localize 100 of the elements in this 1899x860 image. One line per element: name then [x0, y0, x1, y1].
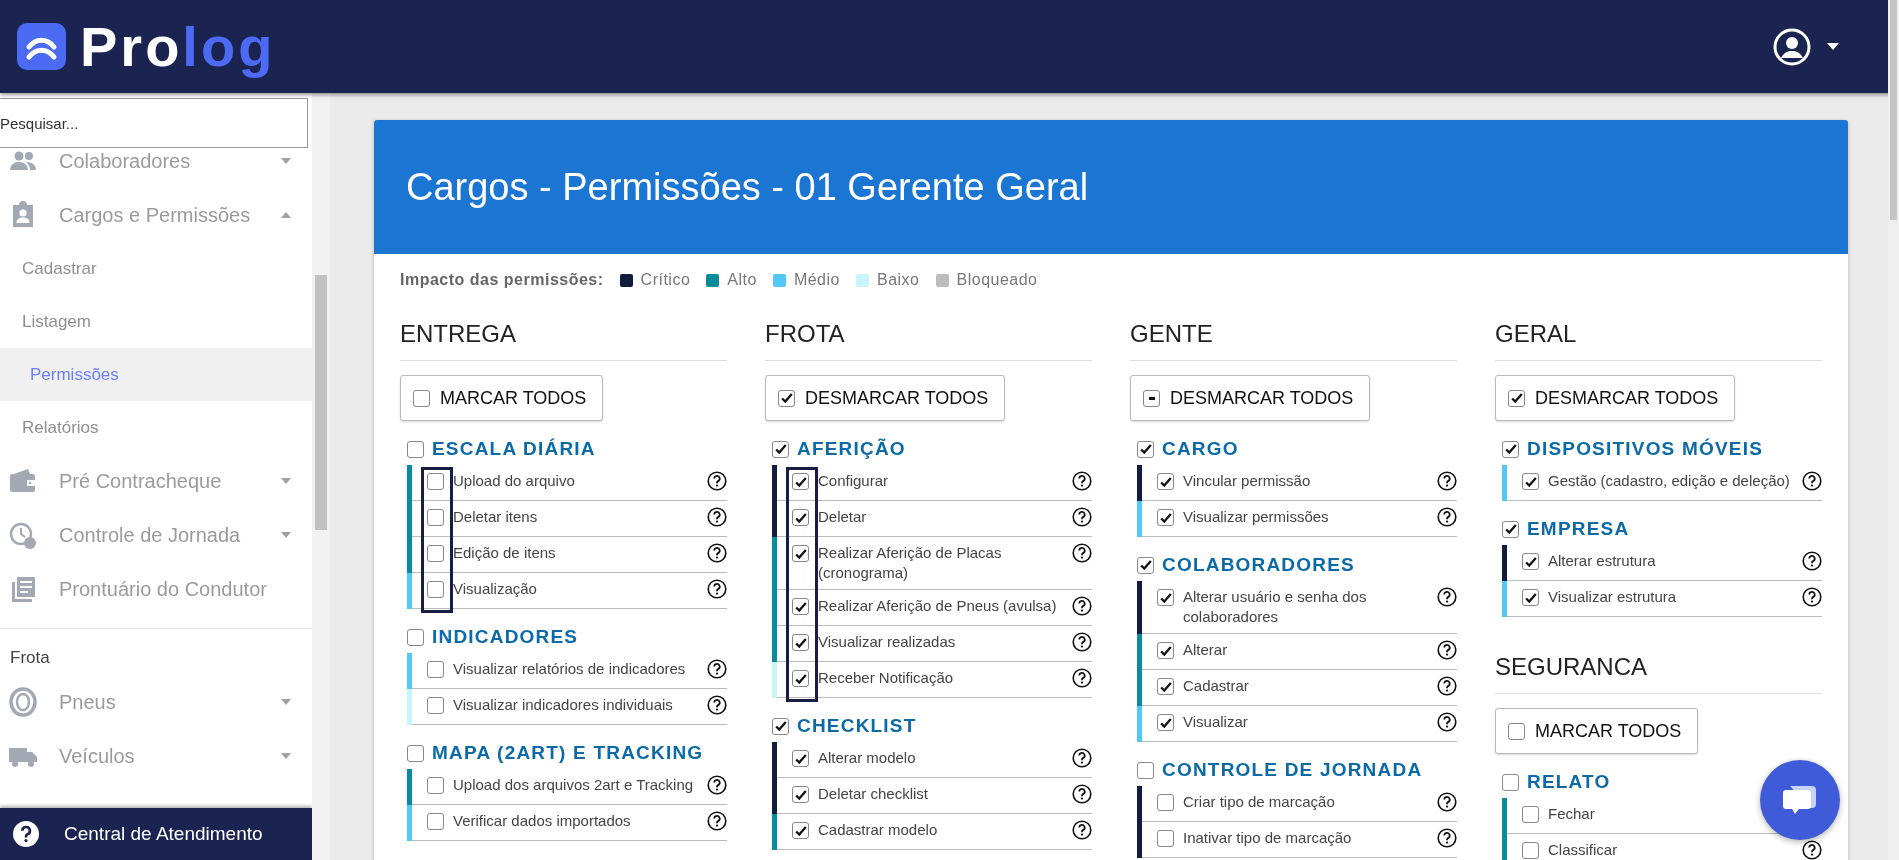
help-icon[interactable] [1072, 543, 1092, 563]
menu-item[interactable]: Controle de Jornada [0, 508, 312, 562]
help-icon[interactable] [707, 579, 727, 599]
checkbox[interactable] [1137, 761, 1154, 779]
checkbox[interactable] [792, 545, 809, 562]
help-icon[interactable] [1072, 748, 1092, 768]
menu-item[interactable]: Pneus [0, 674, 312, 729]
permission-label: Visualizar relatórios de indicadores [453, 659, 687, 679]
permission-label: Verificar dados importados [453, 811, 632, 831]
checkbox[interactable] [427, 813, 444, 830]
select-all-button[interactable]: DESMARCAR TODOS [1130, 375, 1371, 421]
checkbox[interactable] [427, 473, 444, 490]
search-field[interactable]: Pesquisar... [0, 98, 308, 148]
select-all-button[interactable]: DESMARCAR TODOS [1495, 375, 1736, 421]
help-icon[interactable] [707, 775, 727, 795]
permission-label: Edição de itens [453, 543, 557, 563]
checkbox[interactable] [1522, 589, 1539, 606]
submenu-item[interactable]: Listagem [0, 295, 312, 348]
module-title: ENTREGA [400, 310, 727, 361]
checkbox[interactable] [427, 777, 444, 794]
help-icon[interactable] [1802, 840, 1822, 860]
checkbox[interactable] [407, 744, 424, 762]
permission-label: Alterar modelo [818, 748, 917, 768]
help-icon[interactable] [1437, 792, 1457, 812]
help-center-button[interactable]: Central de Atendimento [0, 808, 312, 860]
checkbox[interactable] [792, 473, 809, 490]
help-icon[interactable] [1437, 828, 1457, 848]
checkbox[interactable] [1522, 806, 1539, 823]
checkbox[interactable] [1157, 642, 1174, 659]
checkbox[interactable] [792, 822, 809, 839]
checkbox[interactable] [407, 628, 424, 646]
help-icon[interactable] [1072, 820, 1092, 840]
checkbox[interactable] [1157, 714, 1174, 731]
checkbox[interactable] [1522, 473, 1539, 490]
checkbox[interactable] [427, 581, 444, 598]
submenu-item[interactable]: Cadastrar [0, 242, 312, 295]
permission-label: Inativar tipo de marcação [1183, 828, 1353, 848]
help-icon[interactable] [707, 695, 727, 715]
checkbox[interactable] [792, 598, 809, 615]
checkbox[interactable] [772, 717, 789, 735]
checkbox[interactable] [427, 661, 444, 678]
checkbox[interactable] [1502, 773, 1519, 791]
checkbox[interactable] [1137, 556, 1154, 574]
checkbox[interactable] [772, 440, 789, 458]
help-icon[interactable] [1072, 507, 1092, 527]
help-icon[interactable] [707, 507, 727, 527]
checkbox[interactable] [1502, 440, 1519, 458]
checkbox[interactable] [1502, 520, 1519, 538]
checkbox[interactable] [1522, 842, 1539, 859]
select-all-button[interactable]: MARCAR TODOS [1495, 708, 1699, 754]
scrollbar[interactable] [1888, 0, 1899, 860]
submenu-item[interactable]: Permissões [0, 348, 312, 401]
menu-item[interactable]: Prontuário do Condutor [0, 562, 312, 616]
help-icon[interactable] [1072, 668, 1092, 688]
help-icon[interactable] [1437, 712, 1457, 732]
help-icon[interactable] [1437, 507, 1457, 527]
checkbox[interactable] [407, 440, 424, 458]
checkbox[interactable] [792, 509, 809, 526]
checkbox[interactable] [1157, 794, 1174, 811]
checkbox[interactable] [1157, 678, 1174, 695]
permission-label: Deletar [818, 507, 868, 527]
help-icon[interactable] [1802, 587, 1822, 607]
help-icon[interactable] [1437, 587, 1457, 607]
menu-item[interactable]: Veículos [0, 728, 312, 783]
account-menu-button[interactable] [1773, 27, 1839, 66]
permission-label: Vincular permissão [1183, 471, 1312, 491]
help-icon[interactable] [1072, 596, 1092, 616]
help-icon[interactable] [707, 659, 727, 679]
checkbox[interactable] [427, 509, 444, 526]
help-icon[interactable] [707, 471, 727, 491]
checkbox[interactable] [792, 786, 809, 803]
help-icon[interactable] [1072, 784, 1092, 804]
select-all-button[interactable]: DESMARCAR TODOS [765, 375, 1006, 421]
checkbox[interactable] [792, 670, 809, 687]
menu-item[interactable]: Pré Contracheque [0, 454, 312, 508]
help-icon[interactable] [1072, 471, 1092, 491]
help-icon [12, 820, 40, 848]
checkbox[interactable] [792, 634, 809, 651]
scrollbar[interactable] [312, 93, 330, 860]
group-title: CONTROLE DE JORNADA [1162, 757, 1423, 782]
help-icon[interactable] [1437, 676, 1457, 696]
menu-item[interactable]: Cargos e Permissões [0, 188, 312, 242]
help-icon[interactable] [1802, 471, 1822, 491]
checkbox[interactable] [427, 697, 444, 714]
checkbox[interactable] [792, 750, 809, 767]
help-icon[interactable] [1802, 551, 1822, 571]
select-all-button[interactable]: MARCAR TODOS [400, 375, 604, 421]
checkbox[interactable] [1157, 473, 1174, 490]
help-icon[interactable] [707, 543, 727, 563]
checkbox[interactable] [1137, 440, 1154, 458]
checkbox[interactable] [1157, 830, 1174, 847]
checkbox[interactable] [427, 545, 444, 562]
checkbox[interactable] [1522, 553, 1539, 570]
help-icon[interactable] [1437, 471, 1457, 491]
checkbox[interactable] [1157, 509, 1174, 526]
submenu-item[interactable]: Relatórios [0, 401, 312, 454]
checkbox[interactable] [1157, 589, 1174, 606]
help-icon[interactable] [707, 811, 727, 831]
help-icon[interactable] [1072, 632, 1092, 652]
help-icon[interactable] [1437, 640, 1457, 660]
